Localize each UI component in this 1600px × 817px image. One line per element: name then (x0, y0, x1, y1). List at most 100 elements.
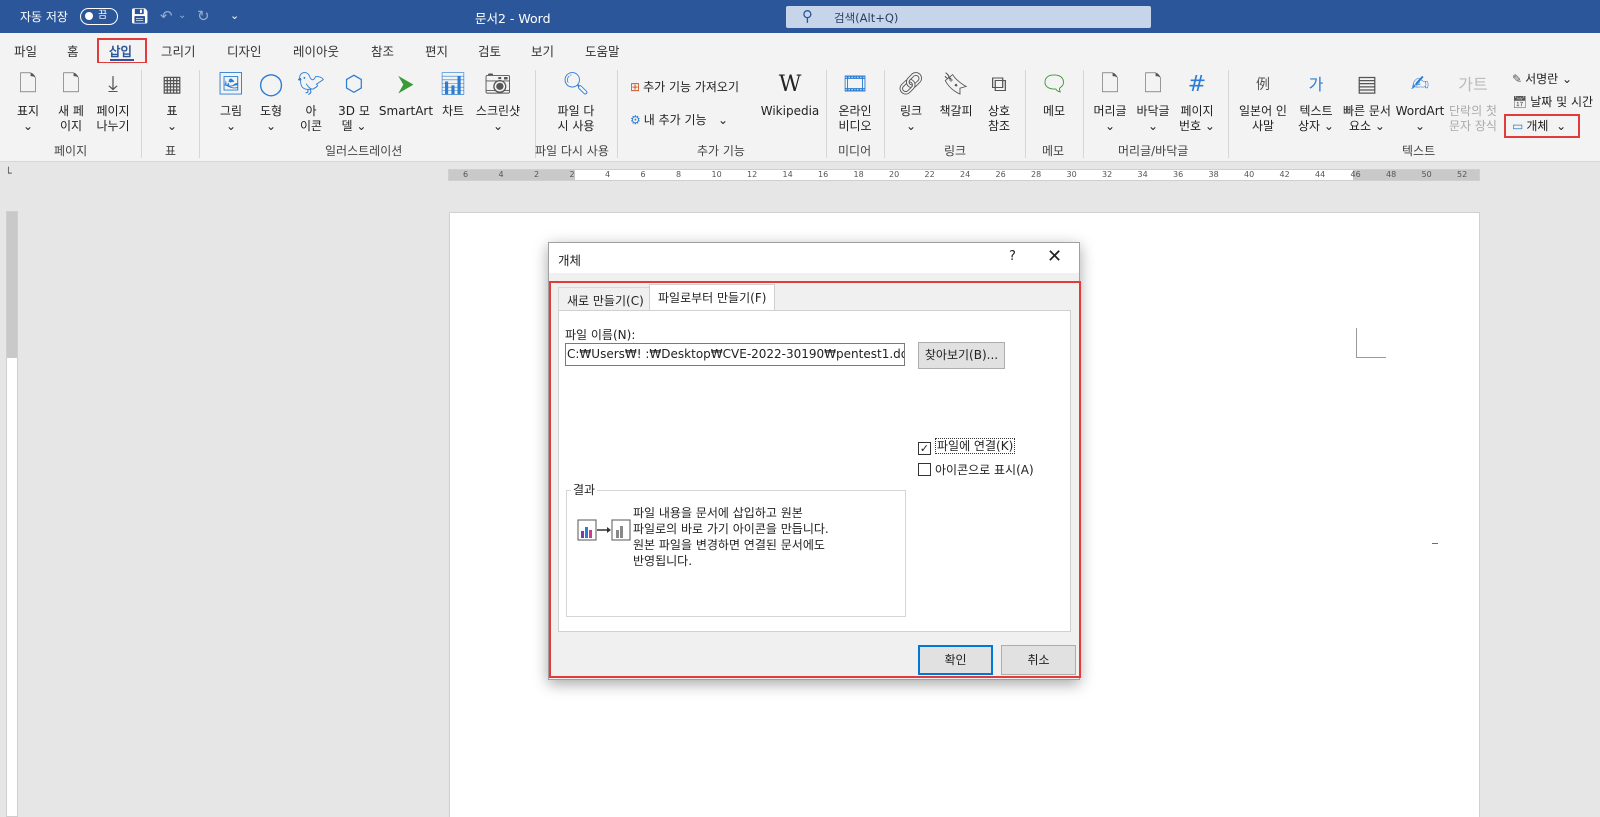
header-button[interactable]: 🗋 머리글 ⌄ (1090, 70, 1130, 134)
comment-button[interactable]: 🗨︎ 메모 (1034, 70, 1074, 119)
tab-design[interactable]: 디자인 (227, 41, 262, 60)
drop-cap-button[interactable]: 가트 단락의 첫 문자 장식 (1444, 70, 1502, 134)
ruler-tick: 22 (924, 170, 935, 179)
object-button-highlight (1504, 114, 1580, 138)
chart-icon: 📊︎ (439, 72, 467, 97)
date-time-button[interactable]: 📅︎ 날짜 및 시간 (1512, 93, 1593, 110)
online-video-button[interactable]: 🎞︎ 온라인 비디오 (833, 70, 877, 134)
my-addins-icon: ⚙ (630, 113, 641, 127)
redo-icon[interactable]: ↻ (197, 7, 210, 25)
smartart-icon: ⮞ (398, 72, 414, 97)
footer-button[interactable]: 🗋 바닥글 ⌄ (1133, 70, 1173, 134)
wordart-button[interactable]: ✍︎ WordArt ⌄ (1392, 70, 1448, 134)
title-bar: 자동 저장 끔 💾︎ ↶ ⌄ ↻ ⌄ 문서2 - Word ⚲ 검색(Alt+Q… (0, 0, 1600, 33)
wikipedia-button[interactable]: W Wikipedia (760, 70, 820, 119)
smartart-button[interactable]: ⮞ SmartArt (378, 70, 434, 119)
ruler-tick: 24 (960, 170, 971, 179)
signature-label: 서명란 (1525, 72, 1559, 86)
help-button[interactable]: ? (1009, 249, 1016, 264)
bookmark-button[interactable]: 🔖︎ 책갈피 (934, 70, 978, 119)
signature-line-button[interactable]: ✎ 서명란 ⌄ (1512, 70, 1572, 87)
table-button[interactable]: ▦ 표 ⌄ (154, 70, 190, 134)
3d-models-label-1: 3D 모 (338, 104, 370, 118)
header-icon: 🗋 (1101, 72, 1119, 97)
toggle-knob (85, 12, 93, 20)
ruler-tick: 12 (747, 170, 758, 179)
quick-parts-button[interactable]: ▤ 빠른 문서 요소 ⌄ (1336, 70, 1398, 134)
3d-models-button[interactable]: ⬡ 3D 모 델 ⌄ (334, 70, 374, 134)
link-button[interactable]: 🔗︎ 링크 ⌄ (894, 70, 928, 134)
bookmark-label: 책갈피 (939, 104, 973, 118)
tab-home[interactable]: 홈 (67, 41, 79, 60)
qat-customize-icon[interactable]: ⌄ (230, 7, 239, 25)
reuse-files-button[interactable]: 🔍︎ 파일 다 시 사용 (552, 70, 600, 134)
page-number-icon: # (1187, 72, 1207, 97)
search-box[interactable]: ⚲ 검색(Alt+Q) (786, 6, 1151, 28)
ruler-tick: 4 (605, 170, 611, 179)
get-addins-button[interactable]: ⊞ 추가 기능 가져오기 (630, 78, 739, 95)
vertical-ruler[interactable] (6, 211, 18, 817)
group-label-header-footer: 머리글/바닥글 (1118, 144, 1189, 158)
cross-reference-button[interactable]: ⧉ 상호 참조 (980, 70, 1018, 134)
undo-icon[interactable]: ↶ (160, 7, 173, 25)
ribbon-separator (1228, 70, 1229, 158)
blank-page-button[interactable]: 🗋 새 페 이지 (53, 70, 89, 134)
icons-icon: 🐦︎ (297, 72, 325, 97)
document-title: 문서2 - Word (475, 11, 551, 26)
screenshot-button[interactable]: 📷︎ 스크린샷 ⌄ (472, 70, 524, 134)
shapes-button[interactable]: ◯ 도형 ⌄ (254, 70, 288, 134)
online-video-icon: 🎞︎ (841, 72, 869, 97)
autosave-toggle[interactable]: 끔 (80, 8, 118, 25)
ruler-tick: 46 (1350, 170, 1361, 179)
page-number-label-2: 번호 (1179, 119, 1202, 133)
undo-dropdown-icon[interactable]: ⌄ (178, 7, 186, 25)
drop-cap-label-2: 문자 장식 (1449, 119, 1497, 133)
margin-corner-mark (1356, 328, 1386, 358)
ruler-tick: 6 (463, 170, 469, 179)
chart-button[interactable]: 📊︎ 차트 (436, 70, 470, 119)
3d-models-icon: ⬡ (344, 72, 364, 97)
ruler-tick: 32 (1102, 170, 1113, 179)
close-icon[interactable]: ✕ (1047, 246, 1062, 267)
group-label-pages: 페이지 (54, 144, 88, 158)
icons-button[interactable]: 🐦︎ 아 이콘 (296, 70, 326, 134)
addins-store-icon: ⊞ (630, 80, 641, 94)
page-break-button[interactable]: ⤓ 페이지 나누기 (92, 70, 134, 134)
tab-references[interactable]: 참조 (371, 41, 394, 60)
ribbon-separator (1083, 70, 1084, 158)
tab-view[interactable]: 보기 (531, 41, 554, 60)
my-addins-button[interactable]: ⚙ 내 추가 기능 ⌄ (630, 111, 728, 128)
tab-help[interactable]: 도움말 (585, 41, 620, 60)
tab-mailings[interactable]: 편지 (425, 41, 448, 60)
text-box-button[interactable]: 가 텍스트 상자 ⌄ (1292, 70, 1340, 134)
page-break-icon: ⤓ (108, 72, 118, 97)
picture-button[interactable]: 🖼︎ 그림 ⌄ (214, 70, 248, 134)
screenshot-label: 스크린샷 (475, 104, 521, 118)
blank-page-label-1: 새 페 (58, 104, 84, 118)
ruler-tick: 50 (1421, 170, 1432, 179)
search-placeholder: 검색(Alt+Q) (834, 11, 899, 25)
ruler-tick: 4 (498, 170, 504, 179)
tab-file[interactable]: 파일 (14, 41, 37, 60)
ruler-tick: 28 (1031, 170, 1042, 179)
icons-label-2: 이콘 (299, 119, 323, 133)
my-addins-label: 내 추가 기능 (643, 113, 707, 127)
reuse-files-label-2: 시 사용 (557, 119, 595, 133)
horizontal-ruler[interactable]: 6 4 2 2 4 6 8 10 12 14 16 18 20 22 24 26 28 30 32 34 36 38 40 4… (448, 169, 1480, 181)
online-video-label-2: 비디오 (838, 119, 872, 133)
tab-layout[interactable]: 레이아웃 (293, 41, 339, 60)
tab-draw[interactable]: 그리기 (161, 41, 196, 60)
group-label-text: 텍스트 (1402, 144, 1436, 158)
get-addins-label: 추가 기능 가져오기 (643, 80, 740, 94)
ruler-tick: 16 (818, 170, 829, 179)
text-box-label-2: 상자 (1298, 119, 1321, 133)
page-number-button[interactable]: # 페이지 번호 ⌄ (1175, 70, 1219, 134)
cover-page-button[interactable]: 🗋 표지 ⌄ (12, 70, 44, 134)
tab-selector[interactable]: └ (5, 167, 21, 183)
japanese-greeting-label-2: 사말 (1251, 119, 1275, 133)
save-icon[interactable]: 💾︎ (130, 7, 149, 25)
tab-review[interactable]: 검토 (478, 41, 501, 60)
japanese-greeting-button[interactable]: 例 일본어 인 사말 (1234, 70, 1292, 134)
bookmark-icon: 🔖︎ (942, 72, 970, 97)
dialog-content-highlight (549, 281, 1081, 678)
